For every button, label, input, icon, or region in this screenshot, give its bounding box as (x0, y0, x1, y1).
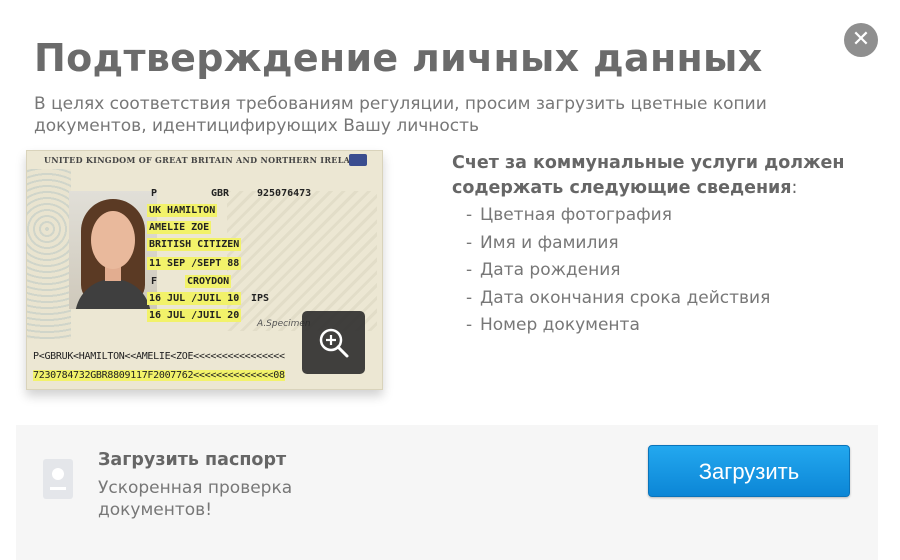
passport-decoration (27, 169, 71, 339)
requirements-colon: : (791, 178, 798, 198)
passport-mrz-line-2: 7230784732GBR8809117F2007762<<<<<<<<<<<<… (33, 370, 285, 381)
passport-emblem (349, 154, 367, 166)
list-item: - Номер документа (466, 315, 640, 335)
passport-nationality: BRITISH CITIZEN (147, 238, 242, 251)
document-icon (43, 459, 73, 499)
requirements-title: Счет за коммунальные услуги должен содер… (452, 153, 845, 198)
passport-code: GBR (211, 188, 230, 199)
passport-surname: UK HAMILTON (147, 204, 218, 217)
list-item: - Имя и фамилия (466, 232, 619, 253)
passport-place-of-birth: CROYDON (185, 275, 232, 288)
dialog-title: Подтверждение личных данных (34, 36, 763, 80)
passport-mrz-line-1: P<GBRUK<HAMILTON<<AMELIE<ZOE<<<<<<<<<<<<… (33, 351, 285, 362)
passport-header: UNITED KINGDOM OF GREAT BRITAIN AND NORT… (44, 155, 365, 165)
passport-number: 925076473 (257, 188, 312, 199)
requirements-list: - Цветная фотография - Имя и фамилия - Дата… (466, 202, 770, 340)
list-item: - Цветная фотография (466, 205, 672, 225)
close-icon: ✕ (851, 27, 871, 52)
passport-sex: F (151, 276, 158, 287)
passport-date-of-expiry: 16 JUL /JUIL 20 (147, 309, 242, 322)
passport-type: P (151, 188, 158, 199)
passport-given-names: AMELIE ZOE (147, 221, 212, 234)
list-item: - Дата окончания срока действия (466, 287, 771, 308)
upload-subtitle: Ускоренная проверка документов! (98, 478, 293, 520)
close-button[interactable]: ✕ (844, 23, 878, 57)
passport-authority: IPS (251, 293, 270, 304)
upload-title: Загрузить паспорт (98, 450, 287, 470)
passport-date-of-issue: 16 JUL /JUIL 10 (147, 292, 242, 305)
dialog-subtitle: В целях соответствия требованиям регуляц… (34, 94, 767, 136)
list-item: - Дата рождения (466, 260, 621, 280)
passport-dob: 11 SEP /SEPT 88 (147, 257, 242, 270)
passport-photo (69, 191, 157, 309)
passport-texture (227, 191, 377, 331)
zoom-button[interactable] (302, 311, 365, 374)
zoom-in-icon (319, 328, 348, 357)
upload-button[interactable]: Загрузить (648, 445, 850, 497)
